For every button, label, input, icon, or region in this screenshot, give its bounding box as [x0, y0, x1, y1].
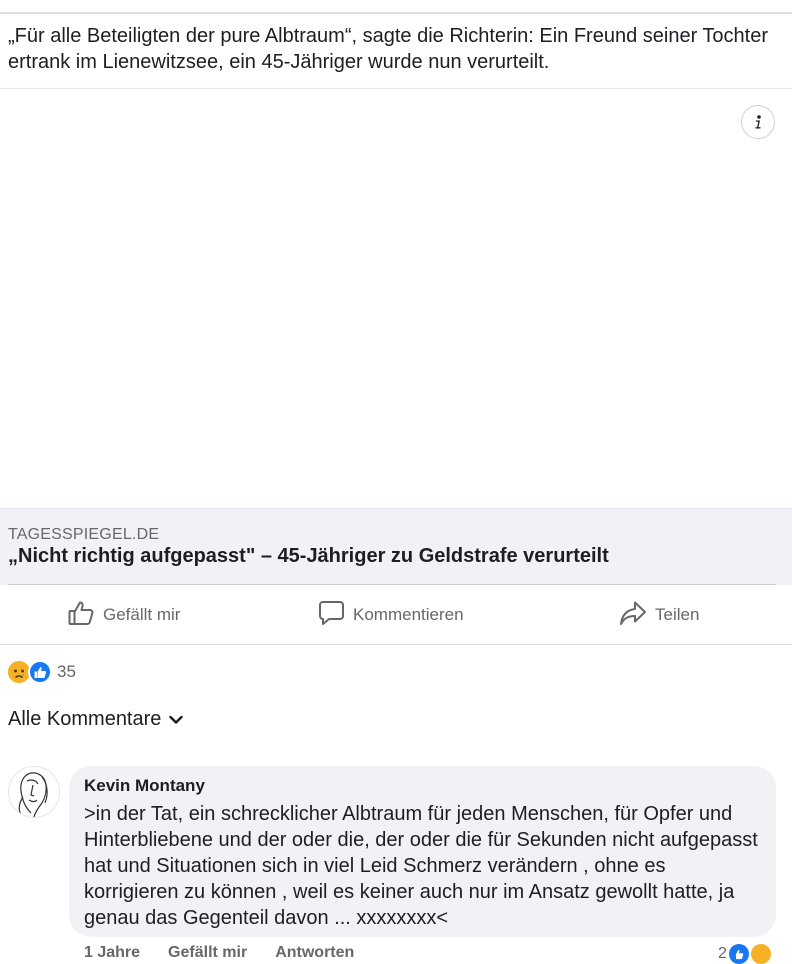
post-actions-bar: Gefällt mir Kommentieren Teilen [0, 586, 792, 644]
comment-reaction-count: 2 [718, 945, 727, 962]
link-domain: TAGESSPIEGEL.DE [8, 526, 160, 543]
like-reaction-icon [28, 660, 52, 684]
comment-bubble: Kevin Montany >in der Tat, ein schreckli… [69, 766, 776, 937]
comment-bubble-icon [318, 599, 345, 631]
like-button-label: Gefällt mir [103, 605, 181, 624]
actions-divider [8, 584, 776, 585]
comment-author[interactable]: Kevin Montany [84, 776, 761, 796]
like-reaction-icon [728, 944, 749, 964]
comment-button[interactable]: Kommentieren [318, 586, 464, 644]
link-image-area[interactable] [0, 89, 792, 508]
post-text: „Für alle Beteiligten der pure Albtraum“… [8, 25, 769, 73]
comment-text: >in der Tat, ein schrecklicher Albtraum … [84, 803, 758, 929]
comment-like-link[interactable]: Gefällt mir [168, 944, 247, 962]
comment-time[interactable]: 1 Jahre [84, 944, 140, 962]
reaction-count: 35 [57, 662, 76, 681]
comment-meta: 1 Jahre Gefällt mir Antworten [84, 944, 354, 962]
reaction-summary[interactable]: 35 [8, 660, 76, 684]
comments-filter-label: Alle Kommentare [8, 708, 162, 730]
sad-reaction-icon [750, 944, 771, 964]
avatar[interactable] [8, 766, 60, 818]
reactions-divider [0, 644, 792, 645]
sad-reaction-icon [8, 661, 30, 683]
top-divider [0, 12, 792, 14]
link-title[interactable]: „Nicht richtig aufgepasst" – 45-Jähriger… [8, 545, 609, 568]
comment-reply-link[interactable]: Antworten [275, 944, 354, 962]
comment-button-label: Kommentieren [353, 605, 464, 624]
info-icon[interactable] [741, 105, 775, 139]
thumbs-up-icon [67, 599, 95, 632]
share-arrow-icon [619, 599, 647, 632]
share-button-label: Teilen [655, 605, 700, 624]
link-preview[interactable]: TAGESSPIEGEL.DE „Nicht richtig aufgepass… [0, 508, 792, 585]
chevron-down-icon [169, 708, 184, 731]
comments-filter-dropdown[interactable]: Alle Kommentare [8, 708, 184, 731]
like-button[interactable]: Gefällt mir [67, 586, 180, 644]
comment-reaction-summary[interactable]: 2 [718, 944, 771, 964]
share-button[interactable]: Teilen [619, 586, 699, 644]
